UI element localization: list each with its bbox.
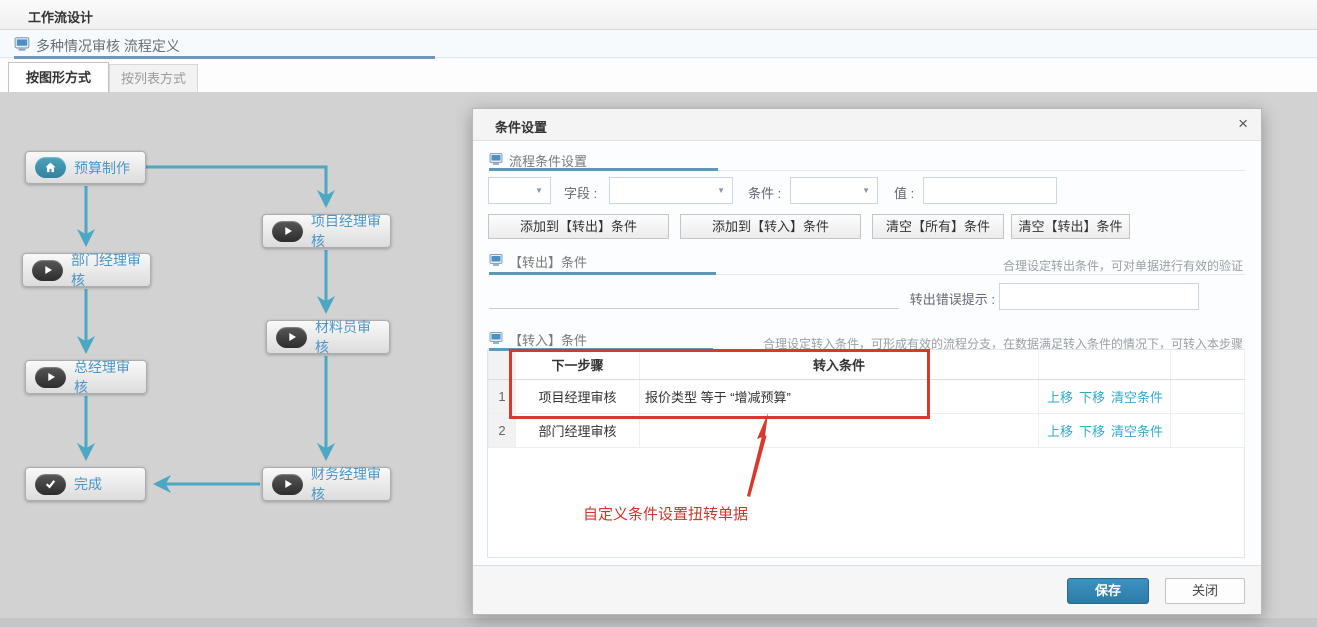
dialog-titlebar: 条件设置 × (473, 109, 1261, 141)
logic-operator-select[interactable]: ▼ (488, 177, 551, 204)
monitor-icon (14, 37, 30, 56)
dialog-footer: 保存 关闭 (473, 565, 1261, 614)
actions-cell: 上移下移清空条件 (1039, 379, 1171, 413)
out-condition-empty-area (489, 308, 899, 309)
play-icon (272, 474, 303, 495)
move-up-link[interactable]: 上移 (1047, 424, 1073, 439)
node-label: 总经理审核 (74, 357, 137, 397)
monitor-icon (489, 254, 503, 269)
next-step-cell: 项目经理审核 (516, 379, 640, 413)
clear-all-condition-button[interactable]: 清空【所有】条件 (872, 214, 1004, 239)
in-condition-table-panel: 下一步骤 转入条件 1 项目经理审核 报价类型 等于 “增减预算” 上移下移清空… (487, 349, 1245, 558)
app-header: 工作流设计 (0, 0, 1317, 30)
monitor-icon (489, 332, 503, 347)
node-label: 项目经理审核 (311, 211, 381, 251)
spare-cell (1171, 379, 1245, 413)
condition-label: 条件 : (748, 183, 781, 202)
node-label: 材料员审核 (315, 317, 380, 357)
out-condition-hint: 合理设定转出条件，可对单据进行有效的验证 (1003, 257, 1243, 274)
row-number: 2 (489, 413, 516, 447)
clear-out-condition-button[interactable]: 清空【转出】条件 (1011, 214, 1130, 239)
spare-cell (1171, 413, 1245, 447)
condition-settings-dialog: 条件设置 × 流程条件设置 ▼ 字段 : ▼ 条件 : ▼ 值 : 添加到【转出… (472, 108, 1262, 615)
page-title: 工作流设计 (28, 7, 93, 26)
play-icon (35, 367, 66, 388)
header-next-step: 下一步骤 (516, 350, 640, 379)
dialog-title: 条件设置 (495, 117, 547, 136)
table-row: 1 项目经理审核 报价类型 等于 “增减预算” 上移下移清空条件 (489, 379, 1245, 413)
section-title: 【转入】条件 (509, 330, 587, 349)
out-error-label: 转出错误提示 : (905, 289, 995, 308)
clear-condition-link[interactable]: 清空条件 (1111, 390, 1163, 405)
flow-node-finance-manager-review[interactable]: 财务经理审核 (262, 467, 391, 501)
monitor-icon (489, 153, 503, 168)
field-select[interactable]: ▼ (609, 177, 733, 204)
flow-node-project-manager-review[interactable]: 项目经理审核 (262, 214, 391, 248)
flow-node-material-clerk-review[interactable]: 材料员审核 (266, 320, 390, 354)
move-down-link[interactable]: 下移 (1079, 424, 1105, 439)
flow-node-budget-create[interactable]: 预算制作 (25, 151, 146, 184)
node-label: 部门经理审核 (71, 250, 141, 290)
section-out-condition: 【转出】条件 (489, 252, 587, 271)
section-underline (489, 272, 716, 275)
table-row: 2 部门经理审核 上移下移清空条件 (489, 413, 1245, 447)
move-down-link[interactable]: 下移 (1079, 390, 1105, 405)
node-label: 财务经理审核 (311, 464, 381, 504)
next-step-cell: 部门经理审核 (516, 413, 640, 447)
section-underline (489, 168, 718, 171)
save-button[interactable]: 保存 (1067, 578, 1149, 604)
play-icon (272, 221, 303, 242)
chevron-down-icon: ▼ (535, 186, 543, 195)
node-label: 完成 (74, 474, 102, 494)
add-to-out-condition-button[interactable]: 添加到【转出】条件 (488, 214, 669, 239)
breadcrumb-bar: 多种情况审核 流程定义 (0, 30, 1317, 59)
table-header-row: 下一步骤 转入条件 (489, 350, 1245, 379)
out-error-input[interactable] (999, 283, 1199, 310)
play-icon (276, 327, 307, 348)
section-underline (489, 348, 713, 351)
field-label: 字段 : (564, 183, 597, 202)
node-label: 预算制作 (74, 158, 130, 178)
breadcrumb: 多种情况审核 流程定义 (36, 36, 180, 56)
home-icon (35, 157, 66, 178)
value-input[interactable] (923, 177, 1057, 204)
tab-list-view[interactable]: 按列表方式 (109, 64, 198, 92)
flow-node-complete[interactable]: 完成 (25, 467, 146, 501)
check-icon (35, 474, 66, 495)
value-label: 值 : (894, 183, 914, 202)
view-tabbar: 按图形方式 按列表方式 (0, 59, 1317, 92)
workflow-designer-screen: 工作流设计 多种情况审核 流程定义 按图形方式 按列表方式 (0, 0, 1317, 627)
actions-cell: 上移下移清空条件 (1039, 413, 1171, 447)
section-in-condition: 【转入】条件 (489, 330, 587, 349)
canvas-bottom-strip (0, 618, 1317, 627)
clear-condition-link[interactable]: 清空条件 (1111, 424, 1163, 439)
play-icon (32, 260, 63, 281)
add-to-in-condition-button[interactable]: 添加到【转入】条件 (680, 214, 861, 239)
close-button[interactable]: 关闭 (1165, 578, 1245, 604)
move-up-link[interactable]: 上移 (1047, 390, 1073, 405)
section-title: 【转出】条件 (509, 252, 587, 271)
header-in-condition: 转入条件 (640, 350, 1039, 379)
header-spare (1171, 350, 1245, 379)
in-condition-cell: 报价类型 等于 “增减预算” (640, 379, 1039, 413)
chevron-down-icon: ▼ (717, 186, 725, 195)
close-icon[interactable]: × (1238, 114, 1248, 134)
in-condition-table: 下一步骤 转入条件 1 项目经理审核 报价类型 等于 “增减预算” 上移下移清空… (488, 350, 1245, 448)
flow-node-gm-review[interactable]: 总经理审核 (25, 360, 147, 394)
header-row-number (489, 350, 516, 379)
flow-node-dept-manager-review[interactable]: 部门经理审核 (22, 253, 151, 287)
tab-graphic-view[interactable]: 按图形方式 (8, 62, 109, 92)
condition-select[interactable]: ▼ (790, 177, 878, 204)
header-actions (1039, 350, 1171, 379)
chevron-down-icon: ▼ (862, 186, 870, 195)
row-number: 1 (489, 379, 516, 413)
annotation-text: 自定义条件设置扭转单据 (583, 503, 748, 524)
in-condition-cell (640, 413, 1039, 447)
